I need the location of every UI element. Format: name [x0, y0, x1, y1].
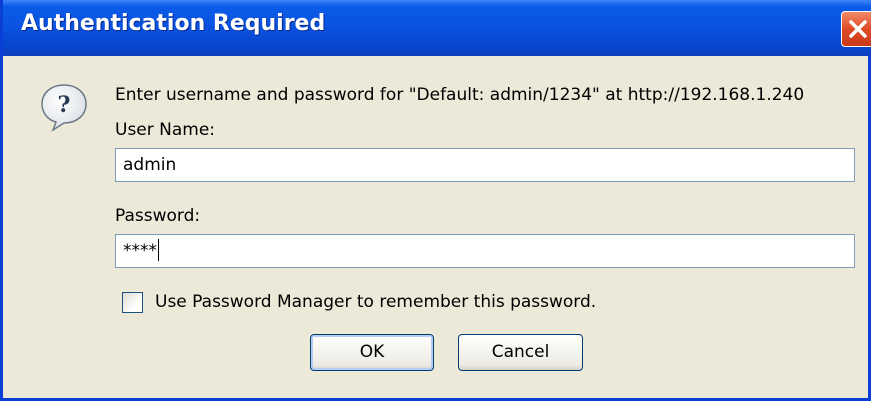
svg-text:?: ?: [58, 92, 71, 118]
remember-password-checkbox[interactable]: [122, 292, 143, 313]
username-value: admin: [123, 155, 177, 175]
dialog-title: Authentication Required: [21, 11, 326, 36]
question-icon: ?: [41, 84, 87, 132]
title-bar[interactable]: Authentication Required: [3, 0, 871, 56]
password-value: ****: [123, 241, 157, 261]
username-field[interactable]: admin: [115, 148, 855, 182]
auth-dialog: Authentication Required ? Enter username…: [0, 0, 871, 401]
remember-password-label[interactable]: Use Password Manager to remember this pa…: [155, 292, 596, 312]
password-field[interactable]: ****: [115, 234, 855, 268]
close-icon: [849, 20, 867, 38]
dialog-body: ? Enter username and password for "Defau…: [3, 56, 868, 398]
close-button[interactable]: [841, 11, 871, 47]
auth-prompt: Enter username and password for "Default…: [115, 85, 805, 105]
username-label: User Name:: [115, 120, 216, 140]
ok-button[interactable]: OK: [310, 334, 434, 371]
password-label: Password:: [115, 206, 201, 226]
text-caret: [158, 239, 159, 261]
cancel-button[interactable]: Cancel: [458, 334, 583, 371]
